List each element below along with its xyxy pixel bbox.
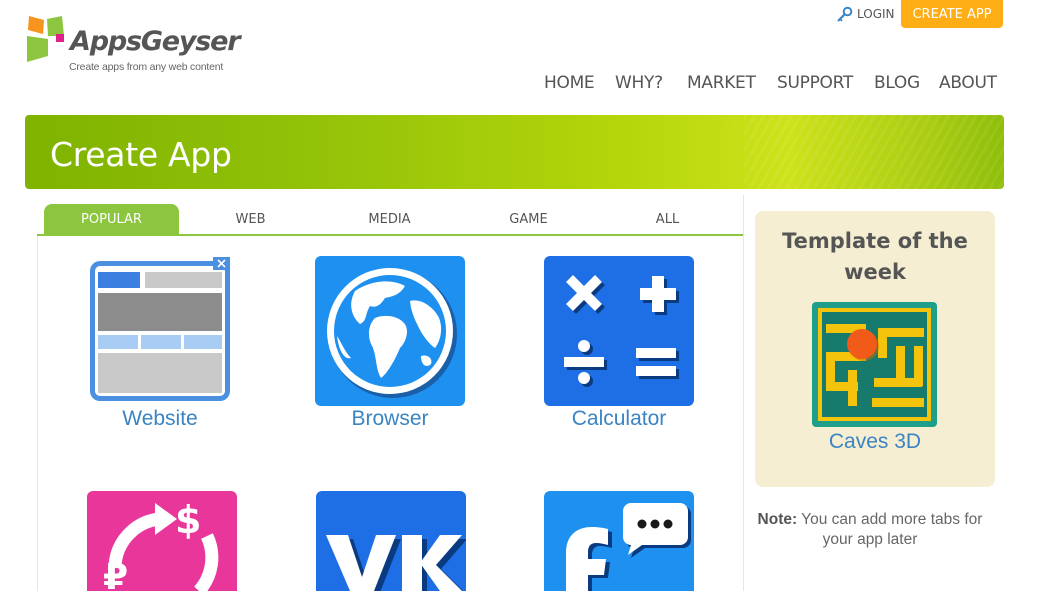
page-banner: Create App <box>25 115 1004 189</box>
website-icon <box>85 256 235 406</box>
nav-why[interactable]: WHY? <box>615 73 663 93</box>
app-website[interactable]: Website <box>80 256 240 446</box>
template-of-the-week: Template of the week Caves 3D <box>755 211 995 487</box>
svg-text:$: $ <box>175 498 201 542</box>
login-label: LOGIN <box>857 7 895 21</box>
nav-market[interactable]: MARKET <box>687 73 756 93</box>
globe-icon <box>315 256 465 406</box>
tab-popular[interactable]: POPULAR <box>44 204 179 234</box>
app-label: Website <box>122 407 198 430</box>
key-icon <box>837 6 853 22</box>
note-label: Note: <box>757 511 798 528</box>
banner-stripes <box>744 115 1004 189</box>
app-label: Calculator <box>571 407 667 430</box>
template-name[interactable]: Caves 3D <box>755 430 995 454</box>
app-vk[interactable] <box>311 491 471 591</box>
app-currency-exchange[interactable]: $ ₽ <box>82 491 242 591</box>
tabs-note: Note: You can add more tabs for your app… <box>750 510 990 550</box>
app-calculator[interactable]: Calculator <box>539 256 699 446</box>
maze-game-icon[interactable] <box>812 302 937 427</box>
login-link[interactable]: LOGIN <box>836 5 895 23</box>
tab-all[interactable]: ALL <box>600 204 735 234</box>
content-divider <box>743 195 744 591</box>
calculator-icon <box>544 256 694 406</box>
page-title: Create App <box>50 135 232 174</box>
nav-home[interactable]: HOME <box>544 73 595 93</box>
main-nav: HOME WHY? MARKET SUPPORT BLOG ABOUT <box>0 73 1039 95</box>
svg-text:₽: ₽ <box>103 557 128 591</box>
app-facebook[interactable] <box>539 491 699 591</box>
tab-game[interactable]: GAME <box>461 204 596 234</box>
note-text: You can add more tabs for your app later <box>797 511 983 548</box>
tab-web[interactable]: WEB <box>183 204 318 234</box>
nav-blog[interactable]: BLOG <box>874 73 920 93</box>
logo-mark-icon <box>27 16 64 62</box>
vk-icon <box>316 491 466 591</box>
nav-support[interactable]: SUPPORT <box>777 73 853 93</box>
category-tabs: POPULAR WEB MEDIA GAME ALL <box>37 204 743 236</box>
template-of-the-week-title: Template of the week <box>782 229 968 284</box>
nav-about[interactable]: ABOUT <box>939 73 997 93</box>
create-app-button[interactable]: CREATE APP <box>901 0 1003 28</box>
app-browser[interactable]: Browser <box>310 256 470 446</box>
logo-title: AppsGeyser <box>70 26 241 57</box>
logo-tagline: Create apps from any web content <box>69 61 224 73</box>
appsgeyser-logo[interactable]: AppsGeyser Create apps from any web cont… <box>26 14 241 76</box>
currency-exchange-icon: $ ₽ <box>87 491 237 591</box>
tab-media[interactable]: MEDIA <box>322 204 457 234</box>
content-left-border <box>37 236 38 591</box>
app-label: Browser <box>351 407 429 430</box>
facebook-messenger-icon <box>544 491 694 591</box>
